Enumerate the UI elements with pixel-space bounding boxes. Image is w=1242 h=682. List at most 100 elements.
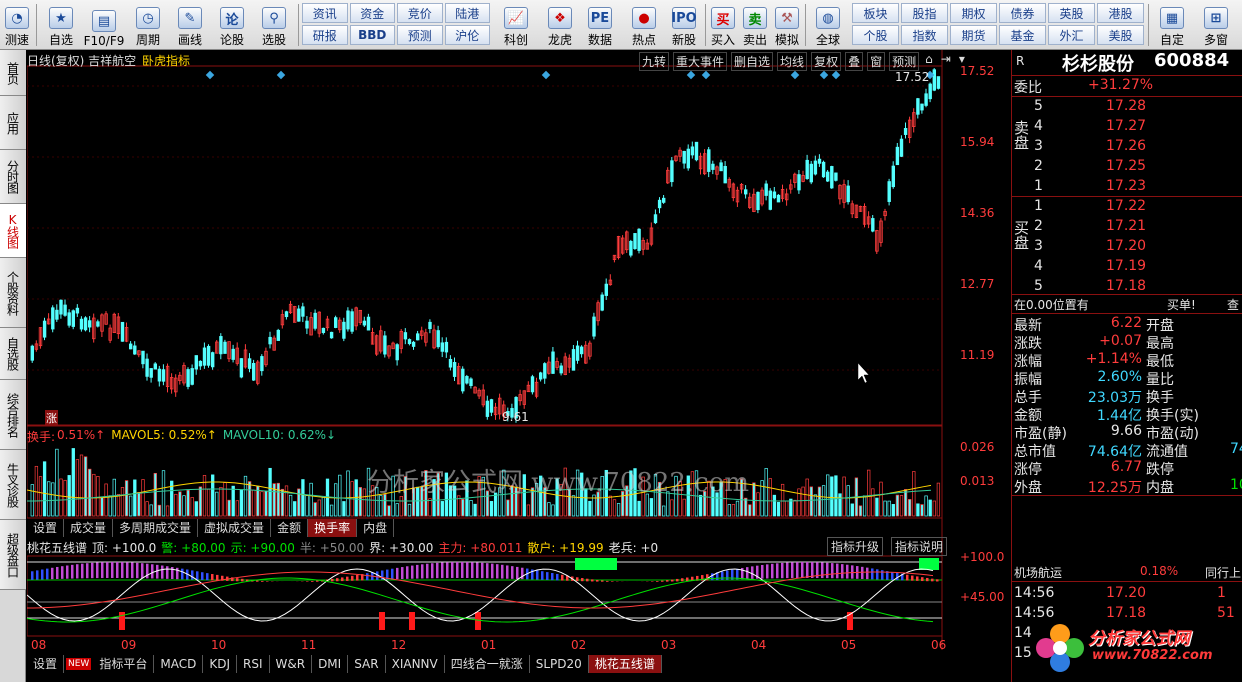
watchlist-button[interactable]: ★ 自选 xyxy=(44,2,78,48)
multiwindow-button[interactable]: ⊞ 多窗 xyxy=(1196,2,1236,48)
kechuang-button[interactable]: 📈 科创 xyxy=(496,2,536,48)
info-fund-button[interactable]: 资金 xyxy=(349,3,395,23)
indicator-help-button[interactable]: 指标说明 xyxy=(891,537,948,556)
btab-kdj[interactable]: KDJ xyxy=(203,655,237,673)
market-us-button[interactable]: 美股 xyxy=(1097,25,1144,45)
buy-price[interactable]: 17.20 xyxy=(1106,238,1146,256)
btab-macd[interactable]: MACD xyxy=(154,655,204,673)
btab-wr[interactable]: W&R xyxy=(270,655,313,673)
simulate-button[interactable]: ⚒ 模拟 xyxy=(772,2,802,48)
query-link[interactable]: 查 xyxy=(1227,296,1239,314)
speedtest-button[interactable]: ◔ 测速 xyxy=(2,2,32,48)
sell-price[interactable]: 17.25 xyxy=(1106,158,1146,176)
lock-icon[interactable]: ⌂ xyxy=(923,52,935,71)
sector-name[interactable]: 机场航运 xyxy=(1014,564,1062,582)
tab-kline[interactable]: K线图 xyxy=(0,204,26,258)
peach-legend-item: 主力: +80.011 xyxy=(438,541,523,555)
subtab-turnover[interactable]: 换手率 xyxy=(308,519,358,537)
tab-apps[interactable]: 应用 xyxy=(0,96,26,150)
btab-dmi[interactable]: DMI xyxy=(312,655,349,673)
peach-bar xyxy=(391,568,394,580)
subtab-volume[interactable]: 成交量 xyxy=(64,519,114,537)
buy-price[interactable]: 17.22 xyxy=(1106,198,1146,216)
btab-platform[interactable]: 指标平台 xyxy=(93,655,155,673)
subtab-multiperiod[interactable]: 多周期成交量 xyxy=(113,519,199,537)
info-report-button[interactable]: 研报 xyxy=(302,25,348,45)
sell-price[interactable]: 17.27 xyxy=(1106,118,1146,136)
kline-chart-canvas[interactable] xyxy=(27,50,1010,682)
market-indices-button[interactable]: 指数 xyxy=(901,25,948,45)
info-hk-button[interactable]: 陆港 xyxy=(444,3,490,23)
sell-price[interactable]: 17.23 xyxy=(1106,178,1146,196)
btab-slpd20[interactable]: SLPD20 xyxy=(530,655,589,673)
info-forecast-button[interactable]: 预测 xyxy=(397,25,443,45)
tab-stock-profile[interactable]: 个股资料 xyxy=(0,258,26,328)
jiuzhuan-button[interactable]: 九转 xyxy=(639,52,670,71)
tab-ranking[interactable]: 综合排名 xyxy=(0,380,26,450)
discuss-button[interactable]: 论 论股 xyxy=(214,2,250,48)
window-button[interactable]: 窗 xyxy=(867,52,886,71)
market-index-button[interactable]: 股指 xyxy=(901,3,948,23)
subtab-settings[interactable]: 设置 xyxy=(27,519,65,537)
buy-price[interactable]: 17.19 xyxy=(1106,258,1146,276)
market-uk-button[interactable]: 英股 xyxy=(1048,3,1095,23)
longhu-button[interactable]: ❖ 龙虎 xyxy=(540,2,580,48)
overlay-button[interactable]: 叠 xyxy=(845,52,864,71)
market-bond-button[interactable]: 债券 xyxy=(999,3,1046,23)
market-sector-button[interactable]: 板块 xyxy=(852,3,899,23)
market-stock-button[interactable]: 个股 xyxy=(852,25,899,45)
adjust-button[interactable]: 复权 xyxy=(811,52,842,71)
data-button[interactable]: PE 数据 xyxy=(582,2,618,48)
forecast-button[interactable]: 预测 xyxy=(889,52,920,71)
tab-watchlist[interactable]: 自选股 xyxy=(0,328,26,380)
btab-settings[interactable]: 设置 xyxy=(27,655,65,673)
turnover-bar xyxy=(834,475,838,517)
info-bbd-button[interactable]: BBD xyxy=(349,25,395,45)
tab-diagnosis[interactable]: 牛叉诊股 xyxy=(0,450,26,520)
remove-watchlist-button[interactable]: 删自选 xyxy=(731,52,774,71)
moving-average-button[interactable]: 均线 xyxy=(777,52,808,71)
custom-button[interactable]: ▦ 自定 xyxy=(1152,2,1192,48)
tab-timechart[interactable]: 分时图 xyxy=(0,150,26,204)
btab-xiannv[interactable]: XIANNV xyxy=(386,655,445,673)
btab-rsi[interactable]: RSI xyxy=(237,655,270,673)
btab-sar[interactable]: SAR xyxy=(348,655,386,673)
btab-sixianheyi[interactable]: 四线合一就涨 xyxy=(445,655,530,673)
market-funds-button[interactable]: 基金 xyxy=(999,25,1046,45)
market-hk-button[interactable]: 港股 xyxy=(1097,3,1144,23)
tab-home[interactable]: 首页 xyxy=(0,50,26,96)
period-button[interactable]: ◷ 周期 xyxy=(128,2,168,48)
indicator-upgrade-button[interactable]: 指标升级 xyxy=(827,537,884,556)
global-button[interactable]: ◍ 全球 xyxy=(808,2,848,48)
sell-button[interactable]: 卖 卖出 xyxy=(740,2,770,48)
buy-level: 1 xyxy=(1034,198,1043,214)
expand-icon[interactable]: ⇥ xyxy=(939,52,953,71)
hotspot-button[interactable]: ● 热点 xyxy=(624,2,664,48)
stock-select-button[interactable]: ⚲ 选股 xyxy=(254,2,294,48)
sell-price[interactable]: 17.28 xyxy=(1106,98,1146,116)
sell-price[interactable]: 17.26 xyxy=(1106,138,1146,156)
stat-value: 6.77 xyxy=(1110,459,1142,475)
buy-price[interactable]: 17.21 xyxy=(1106,218,1146,236)
candle-body xyxy=(444,341,449,353)
subtab-virtual[interactable]: 虚拟成交量 xyxy=(198,519,272,537)
info-news-button[interactable]: 资讯 xyxy=(302,3,348,23)
market-futures-button[interactable]: 期货 xyxy=(950,25,997,45)
buy-button[interactable]: 买 买入 xyxy=(708,2,738,48)
kline-chart-area[interactable]: 日线(复权) 吉祥航空 卧虎指标 九转 重大事件 删自选 均线 复权 叠 窗 预… xyxy=(27,50,1010,682)
chart-indicator-name[interactable]: 卧虎指标 xyxy=(142,52,190,69)
info-bid-button[interactable]: 竞价 xyxy=(397,3,443,23)
subtab-amount[interactable]: 金额 xyxy=(271,519,309,537)
event-marker xyxy=(686,70,696,80)
sector-more-link[interactable]: 同行上 xyxy=(1205,564,1241,582)
f10-button[interactable]: ▤ F10/F9 xyxy=(82,2,126,48)
market-forex-button[interactable]: 外汇 xyxy=(1048,25,1095,45)
info-london-button[interactable]: 沪伦 xyxy=(444,25,490,45)
market-option-button[interactable]: 期权 xyxy=(950,3,997,23)
newstock-button[interactable]: IPO 新股 xyxy=(666,2,702,48)
drawline-button[interactable]: ✎ 画线 xyxy=(170,2,210,48)
major-events-button[interactable]: 重大事件 xyxy=(673,52,728,71)
subtab-inner[interactable]: 内盘 xyxy=(357,519,395,537)
tab-superquote[interactable]: 超级盘口 xyxy=(0,520,26,590)
btab-peach[interactable]: 桃花五线谱 xyxy=(588,655,662,673)
